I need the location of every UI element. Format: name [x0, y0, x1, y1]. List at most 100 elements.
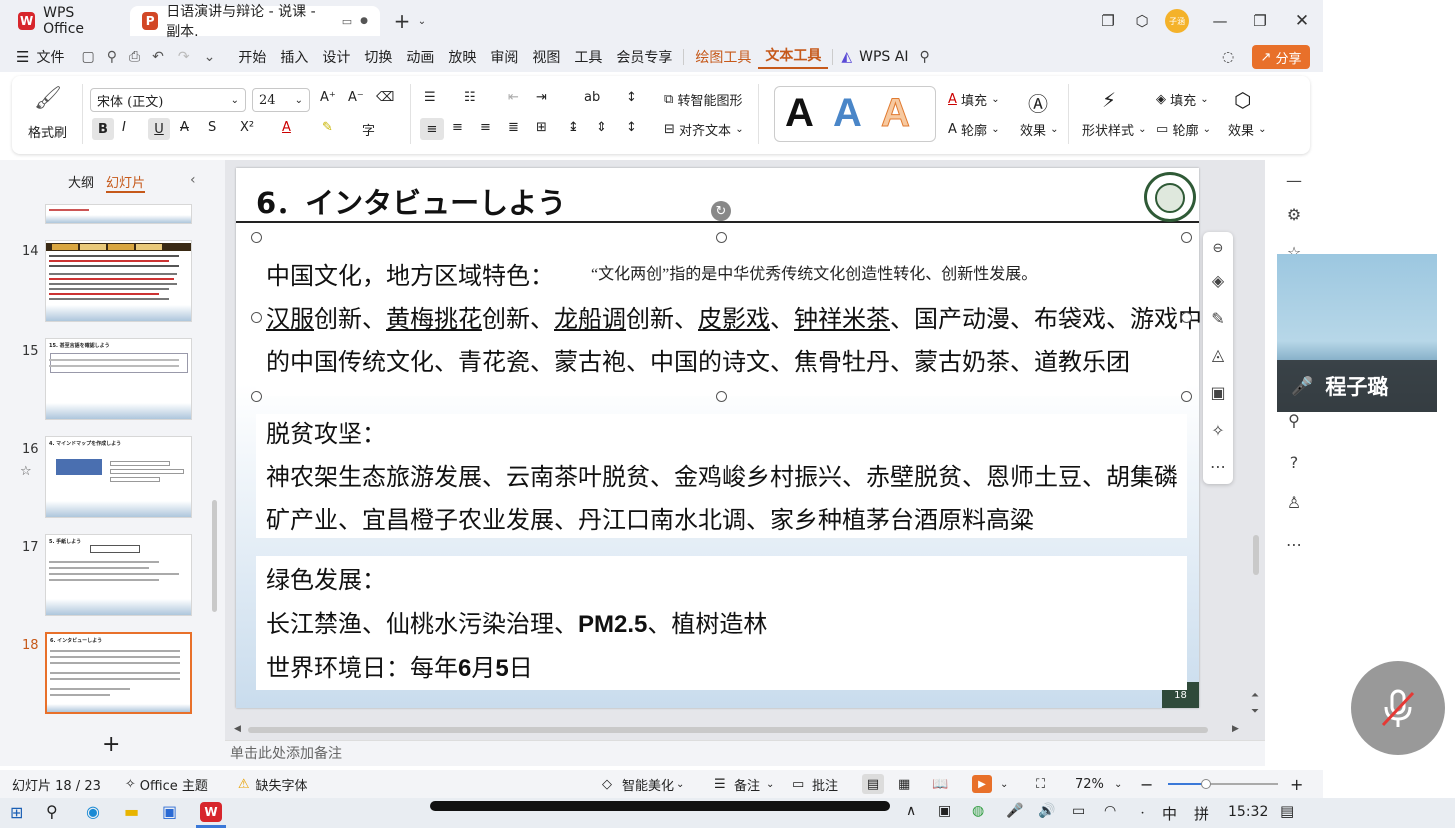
more-icon[interactable]: ⌄ [204, 49, 216, 65]
shape-style-button[interactable]: 形状样式 ⌄ [1082, 120, 1147, 139]
text-style-orange[interactable]: A [881, 91, 911, 136]
notes-label[interactable]: 备注 [734, 775, 760, 794]
help-icon[interactable]: ? [1282, 450, 1306, 474]
phonetic-icon[interactable]: 字 [362, 120, 375, 139]
wps-taskbar-icon[interactable]: W [200, 802, 222, 822]
add-slide-button[interactable]: + [102, 732, 120, 757]
shape-style-icon[interactable]: ⚡ [1102, 88, 1116, 112]
resize-handle[interactable] [251, 312, 262, 323]
text-fill-button[interactable]: A 填充 ⌄ [948, 90, 1000, 109]
note-two-creations[interactable]: “文化两创”指的是中华优秀传统文化创造性转化、创新性发展。 [591, 260, 1037, 284]
menu-tools[interactable]: 工具 [567, 47, 609, 67]
decrease-font-icon[interactable]: A⁻ [348, 90, 364, 105]
resize-handle[interactable] [251, 391, 262, 402]
numbered-list-icon[interactable]: ☷ [464, 90, 476, 105]
pen-icon[interactable]: ✎ [1206, 306, 1230, 330]
collapse-minus-icon[interactable]: ⊖ [1206, 236, 1230, 260]
chevron-down-icon[interactable]: ⌄ [766, 779, 774, 790]
menu-wps-ai[interactable]: WPS AI [852, 49, 915, 65]
ime-pinyin[interactable]: 拼 [1194, 803, 1209, 824]
share-button[interactable]: ↗ 分享 [1252, 45, 1310, 69]
resize-handle[interactable] [716, 232, 727, 243]
clock-time[interactable]: 15:32 [1228, 804, 1268, 820]
clear-format-icon[interactable]: ⌫ [376, 90, 394, 105]
tab-outline[interactable]: 大纲 [68, 172, 94, 191]
minimize-icon[interactable]: — [1206, 8, 1234, 34]
menu-text-tools[interactable]: 文本工具 [758, 45, 829, 69]
font-name-select[interactable]: 宋体 (正文) ⌄ [90, 88, 246, 112]
text-style-black[interactable]: A [785, 91, 814, 136]
theme-icon[interactable]: ✧ [125, 777, 136, 792]
redo-icon[interactable]: ↷ [178, 49, 190, 65]
comment-icon[interactable]: ▭ [792, 777, 804, 792]
hamburger-icon[interactable]: ☰ [16, 48, 29, 66]
warning-icon[interactable]: ⚠ [238, 777, 250, 792]
next-slide-icon[interactable]: ⏷ [1251, 706, 1259, 717]
theme-label[interactable]: Office 主题 [140, 775, 208, 794]
shape-outline-button[interactable]: ▭ 轮廓 ⌄ [1156, 120, 1211, 139]
collapse-icon[interactable]: ‹ [190, 172, 196, 188]
fit-icon[interactable]: ⛶ [1036, 777, 1045, 792]
cube-icon[interactable]: ⬡ [1128, 8, 1156, 34]
menu-insert[interactable]: 插入 [273, 47, 315, 67]
normal-view-icon[interactable]: ▤ [862, 774, 884, 794]
menu-slideshow[interactable]: 放映 [441, 47, 483, 67]
ime-mode-icon[interactable]: ㆍ [1136, 803, 1149, 823]
scroll-left-icon[interactable]: ◀ [234, 724, 241, 734]
format-painter-icon[interactable]: 🖌 [34, 86, 62, 111]
bold-icon[interactable]: B [92, 118, 114, 140]
window-icon[interactable]: ❐ [1094, 8, 1122, 34]
zoom-out-icon[interactable]: − [1140, 775, 1153, 794]
notes-placeholder[interactable]: 单击此处添加备注 [230, 743, 342, 763]
tab-document[interactable]: P 日语演讲与辩论 - 说课 - 副本. ▭ ● [130, 4, 380, 40]
magic-wand-icon[interactable]: ✧ [1206, 418, 1230, 442]
align-center-icon[interactable]: ≡ [452, 120, 463, 135]
menu-start[interactable]: 开始 [231, 47, 273, 67]
align-left-icon[interactable]: ≡ [420, 118, 444, 140]
zoom-level[interactable]: 72% [1075, 777, 1104, 792]
shirt-icon[interactable]: ♙ [1282, 490, 1306, 514]
beautify-icon[interactable]: ◇ [602, 777, 612, 792]
align-right-icon[interactable]: ≡ [480, 120, 491, 135]
resize-handle[interactable] [1181, 391, 1192, 402]
distribute-icon[interactable]: ⊞ [536, 120, 547, 135]
slide[interactable]: 6．インタビューしよう 18 中国文化，地方区域特色： 汉服创新、黄梅挑花创新、… [236, 168, 1202, 708]
zoom-in-icon[interactable]: + [1290, 775, 1303, 794]
notes-icon[interactable]: ☰ [714, 777, 726, 792]
microphone-tray-icon[interactable]: 🎤 [1006, 803, 1023, 819]
comments-label[interactable]: 批注 [812, 775, 838, 794]
photos-icon[interactable]: ▣ [162, 802, 177, 821]
chat-icon[interactable]: ◌ [1222, 49, 1234, 65]
slide-thumbnail-16[interactable]: 4. マインドマップを作成しよう [45, 436, 192, 518]
notification-icon[interactable]: ▤ [1280, 802, 1294, 820]
search-icon[interactable]: ⚲ [919, 49, 929, 65]
reading-view-icon[interactable]: 📖 [932, 777, 948, 792]
chevron-up-icon[interactable]: ∧ [906, 803, 916, 819]
highlight-icon[interactable]: ✎ [322, 120, 333, 135]
undo-icon[interactable]: ↶ [152, 49, 164, 65]
print-icon[interactable]: ⎙ [129, 49, 140, 65]
shape-effect-icon[interactable]: ⬡ [1234, 88, 1251, 112]
missing-font-label[interactable]: 缺失字体 [256, 775, 308, 794]
indent-icon[interactable]: ⇥ [536, 90, 547, 105]
slide-thumbnail-15[interactable]: 15. 甚至言語を確認しよう [45, 338, 192, 420]
menu-file[interactable]: 文件 [29, 47, 71, 67]
resize-handle[interactable] [251, 232, 262, 243]
resize-handle[interactable] [1181, 232, 1192, 243]
menu-drawing-tools[interactable]: 绘图工具 [688, 47, 758, 67]
slide-thumbnail-18[interactable]: 6. インタビューしよう [45, 632, 192, 714]
italic-icon[interactable]: I [122, 120, 126, 135]
ime-chinese[interactable]: 中 [1162, 803, 1177, 824]
chevron-down-icon[interactable]: ⌄ [676, 779, 684, 790]
menu-design[interactable]: 设计 [315, 47, 357, 67]
beautify-label[interactable]: 智能美化 [622, 775, 674, 794]
menu-animation[interactable]: 动画 [399, 47, 441, 67]
font-color-icon[interactable]: A [282, 120, 291, 135]
prev-slide-icon[interactable]: ⏶ [1251, 690, 1259, 701]
text-outline-button[interactable]: A 轮廓 ⌄ [948, 120, 1000, 139]
avatar[interactable]: 子涵 [1165, 9, 1189, 33]
tab-wps-home[interactable]: W WPS Office [6, 5, 128, 37]
text-style-blue[interactable]: A [833, 91, 862, 136]
shape-effect-button[interactable]: 效果 ⌄ [1228, 120, 1267, 139]
slide-thumbnail-14[interactable] [45, 240, 192, 322]
